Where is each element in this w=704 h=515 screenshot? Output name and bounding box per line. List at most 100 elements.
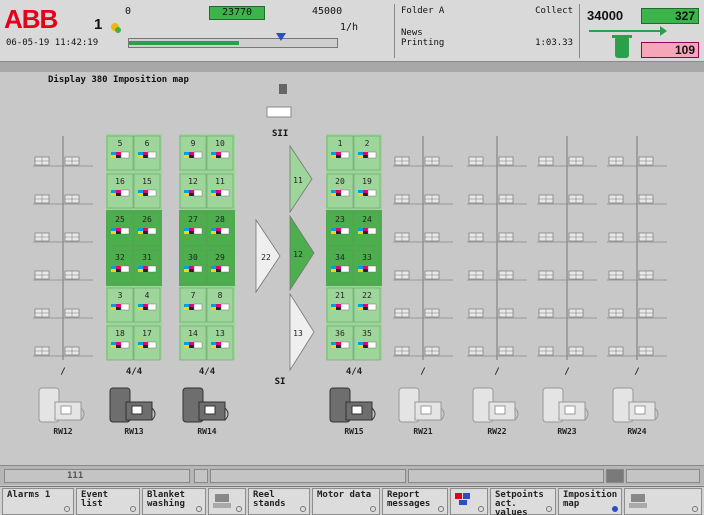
page-number: 32 bbox=[115, 253, 125, 262]
plate-swatch bbox=[120, 189, 130, 197]
page-number: 24 bbox=[362, 215, 372, 224]
ink-swatch bbox=[189, 304, 194, 307]
ink-swatch bbox=[216, 266, 221, 269]
plate-swatch bbox=[120, 341, 130, 349]
ink-swatch bbox=[184, 307, 189, 310]
speed-fill bbox=[129, 41, 240, 45]
former-label-12: 12 bbox=[293, 250, 303, 259]
ink-swatch bbox=[143, 304, 148, 307]
ink-swatch bbox=[111, 266, 116, 269]
ink-swatch bbox=[358, 304, 363, 307]
ink-swatch bbox=[336, 345, 341, 348]
page-number: 13 bbox=[215, 329, 225, 338]
page-number: 30 bbox=[188, 253, 198, 262]
ink-swatch bbox=[138, 228, 143, 231]
ink-swatch bbox=[358, 190, 363, 193]
reelstand-label: RW22 bbox=[487, 427, 506, 436]
page-number: 11 bbox=[215, 177, 225, 186]
softkey-blank-7[interactable] bbox=[450, 488, 488, 515]
softkey-blanket-washing[interactable]: Blanket washing bbox=[142, 488, 206, 515]
softkey-setpoints-act-values[interactable]: Setpoints act. values bbox=[490, 488, 556, 515]
ink-swatch bbox=[216, 342, 221, 345]
softkey-report-messages[interactable]: Report messages bbox=[382, 488, 448, 515]
reelstand-label: RW13 bbox=[124, 427, 143, 436]
page-number: 12 bbox=[188, 177, 198, 186]
softkey-label: Reel stands bbox=[253, 490, 286, 509]
ink-swatch bbox=[189, 345, 194, 348]
softkey-reel-stands[interactable]: Reel stands bbox=[248, 488, 310, 515]
ink-swatch bbox=[111, 155, 116, 158]
page-number: 1 bbox=[338, 139, 343, 148]
ink-swatch bbox=[358, 266, 363, 269]
softkey-indicator-icon bbox=[546, 506, 552, 512]
page-number: 7 bbox=[191, 291, 196, 300]
softkey-indicator-icon bbox=[478, 506, 484, 512]
datetime: 06-05-19 11:42:19 bbox=[6, 38, 98, 48]
date: 06-05-19 bbox=[6, 38, 50, 48]
ink-swatch bbox=[211, 190, 216, 193]
reelstand-display-icon bbox=[60, 405, 72, 415]
ink-swatch bbox=[184, 304, 189, 307]
plate-swatch bbox=[220, 341, 230, 349]
plate-swatch bbox=[220, 303, 230, 311]
plate-swatch bbox=[147, 341, 157, 349]
ink-swatch bbox=[363, 190, 368, 193]
waste-bin-icon bbox=[612, 35, 632, 58]
plate-swatch bbox=[340, 303, 350, 311]
status-field-5 bbox=[626, 469, 700, 483]
printer-icon[interactable] bbox=[606, 469, 624, 483]
page-number: 3 bbox=[118, 291, 123, 300]
folder-conveyor-icon bbox=[266, 106, 292, 118]
plate-swatch bbox=[367, 151, 377, 159]
page-number: 19 bbox=[362, 177, 372, 186]
status-field-1: 111 bbox=[4, 469, 190, 483]
ink-swatch bbox=[336, 269, 341, 272]
softkey-blank-10[interactable] bbox=[624, 488, 702, 515]
ink-swatch bbox=[211, 304, 216, 307]
plate-swatch bbox=[340, 265, 350, 273]
softkey-event-list[interactable]: Event list bbox=[76, 488, 140, 515]
ink-swatch bbox=[189, 190, 194, 193]
ink-swatch bbox=[216, 231, 221, 234]
ink-swatch bbox=[358, 342, 363, 345]
softkey-indicator-icon bbox=[692, 506, 698, 512]
ink-swatch bbox=[363, 345, 368, 348]
reelstand-label: RW24 bbox=[627, 427, 646, 436]
plate-swatch bbox=[147, 151, 157, 159]
reelstand-display-icon bbox=[634, 405, 646, 415]
ink-swatch bbox=[358, 345, 363, 348]
ink-swatch bbox=[116, 304, 121, 307]
status-indicator: 111 bbox=[67, 471, 84, 481]
softkey-imposition-map[interactable]: Imposition map bbox=[558, 488, 622, 515]
softkey-indicator-icon bbox=[64, 506, 70, 512]
softkey-motor-data[interactable]: Motor data bbox=[312, 488, 380, 515]
ink-swatch bbox=[216, 193, 221, 196]
page-number: 6 bbox=[145, 139, 150, 148]
ink-swatch bbox=[138, 342, 143, 345]
ink-swatch bbox=[138, 345, 143, 348]
plate-swatch bbox=[193, 227, 203, 235]
device-icon bbox=[629, 493, 647, 512]
plate-swatch bbox=[193, 303, 203, 311]
softkey-alarms-1[interactable]: Alarms 1 bbox=[2, 488, 74, 515]
ink-swatch bbox=[336, 307, 341, 310]
ink-swatch bbox=[116, 193, 121, 196]
page-number: 22 bbox=[362, 291, 372, 300]
header: ABB 1 06-05-19 11:42:19 0 23770 45000 1/… bbox=[0, 0, 704, 62]
ink-swatch bbox=[111, 190, 116, 193]
ink-swatch bbox=[358, 193, 363, 196]
ink-swatch bbox=[216, 190, 221, 193]
softkey-blank-3[interactable] bbox=[208, 488, 246, 515]
press-status: Printing bbox=[401, 38, 445, 48]
ink-swatch bbox=[184, 228, 189, 231]
ink-swatch bbox=[358, 152, 363, 155]
ink-swatch bbox=[138, 304, 143, 307]
ink-swatch bbox=[143, 269, 148, 272]
ink-swatch bbox=[331, 345, 336, 348]
ink-swatch bbox=[358, 269, 363, 272]
press-number: 1 bbox=[94, 16, 103, 33]
color-ratio-label: / bbox=[420, 367, 425, 377]
ink-swatch bbox=[189, 266, 194, 269]
ink-swatch bbox=[358, 155, 363, 158]
softkey-indicator-icon bbox=[130, 506, 136, 512]
